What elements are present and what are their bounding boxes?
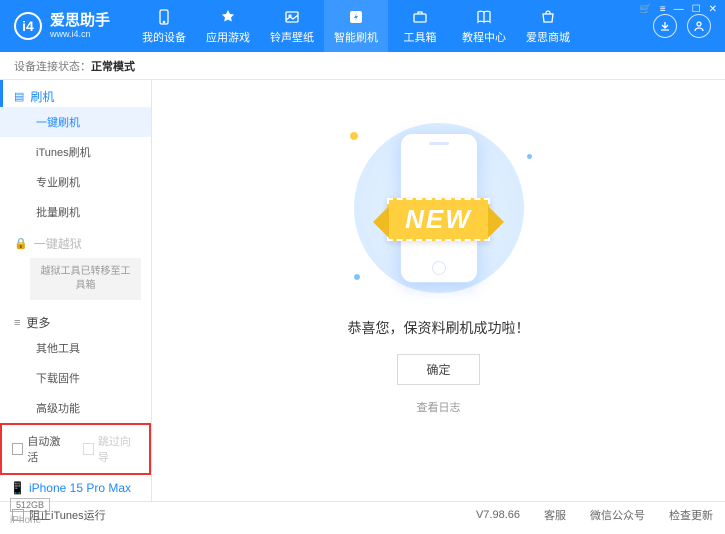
status-mode: 正常模式	[91, 58, 135, 74]
device-icon	[155, 8, 173, 26]
flash-icon	[347, 8, 365, 26]
auto-activate-checkbox[interactable]: 自动激活	[12, 433, 69, 465]
list-icon: ▤	[14, 90, 24, 103]
sidebar-section-flash[interactable]: ▤ 刷机	[0, 80, 151, 107]
nav-ringtones[interactable]: 铃声壁纸	[260, 0, 324, 52]
ok-button[interactable]: 确定	[397, 354, 479, 385]
nav-my-device[interactable]: 我的设备	[132, 0, 196, 52]
wechat-link[interactable]: 微信公众号	[590, 507, 645, 523]
close-button[interactable]: ✕	[709, 4, 717, 15]
check-update-link[interactable]: 检查更新	[669, 507, 713, 523]
book-icon	[475, 8, 493, 26]
logo-icon: i4	[14, 12, 42, 40]
block-itunes-checkbox[interactable]: 阻止iTunes运行	[12, 507, 106, 523]
skip-guide-checkbox: 跳过向导	[83, 433, 140, 465]
status-label: 设备连接状态：	[14, 58, 91, 74]
status-bar: 设备连接状态： 正常模式	[0, 52, 725, 80]
nav-tutorials[interactable]: 教程中心	[452, 0, 516, 52]
sidebar-section-more[interactable]: ≡ 更多	[0, 306, 151, 333]
sidebar-item-pro[interactable]: 专业刷机	[0, 167, 151, 197]
download-button[interactable]	[653, 14, 677, 38]
support-link[interactable]: 客服	[544, 507, 566, 523]
success-message: 恭喜您，保资料刷机成功啦！	[348, 318, 530, 338]
version-label: V7.98.66	[476, 509, 520, 521]
sidebar-item-download-fw[interactable]: 下载固件	[0, 363, 151, 393]
sidebar-item-other-tools[interactable]: 其他工具	[0, 333, 151, 363]
menu-icon[interactable]: ≡	[660, 4, 666, 15]
user-button[interactable]	[687, 14, 711, 38]
success-illustration: NEW	[324, 118, 554, 298]
nav-apps-games[interactable]: 应用游戏	[196, 0, 260, 52]
apps-icon	[219, 8, 237, 26]
app-title: 爱思助手	[50, 13, 110, 29]
phone-icon: 📱	[10, 481, 25, 495]
cart-icon[interactable]: 🛒	[639, 4, 651, 15]
device-info[interactable]: 📱iPhone 15 Pro Max 512GB iPhone	[0, 475, 151, 534]
app-subtitle: www.i4.cn	[50, 29, 110, 40]
sidebar-item-advanced[interactable]: 高级功能	[0, 393, 151, 423]
new-ribbon: NEW	[387, 198, 490, 241]
sidebar-section-jailbreak: 🔒 一键越狱	[0, 227, 151, 254]
titlebar: i4 爱思助手 www.i4.cn 我的设备 应用游戏 铃声壁纸 智能刷机 工具…	[0, 0, 725, 52]
sidebar-item-onekey[interactable]: 一键刷机	[0, 107, 151, 137]
sidebar: ▤ 刷机 一键刷机 iTunes刷机 专业刷机 批量刷机 🔒 一键越狱 越狱工具…	[0, 80, 152, 501]
toolbox-icon	[411, 8, 429, 26]
app-logo[interactable]: i4 爱思助手 www.i4.cn	[14, 12, 110, 40]
image-icon	[283, 8, 301, 26]
more-icon: ≡	[14, 317, 20, 329]
nav-smart-flash[interactable]: 智能刷机	[324, 0, 388, 52]
view-log-link[interactable]: 查看日志	[417, 399, 461, 415]
sidebar-item-batch[interactable]: 批量刷机	[0, 197, 151, 227]
main-content: NEW 恭喜您，保资料刷机成功啦！ 确定 查看日志	[152, 80, 725, 501]
sidebar-options-box: 自动激活 跳过向导	[0, 423, 151, 475]
nav-store[interactable]: 爱思商城	[516, 0, 580, 52]
lock-icon: 🔒	[14, 237, 28, 250]
jailbreak-moved-note: 越狱工具已转移至工具箱	[30, 258, 141, 300]
top-nav: 我的设备 应用游戏 铃声壁纸 智能刷机 工具箱 教程中心 爱思商城	[132, 0, 580, 52]
maximize-button[interactable]: ☐	[692, 4, 701, 15]
minimize-button[interactable]: —	[674, 4, 684, 15]
store-icon	[539, 8, 557, 26]
sidebar-item-itunes[interactable]: iTunes刷机	[0, 137, 151, 167]
nav-toolbox[interactable]: 工具箱	[388, 0, 452, 52]
